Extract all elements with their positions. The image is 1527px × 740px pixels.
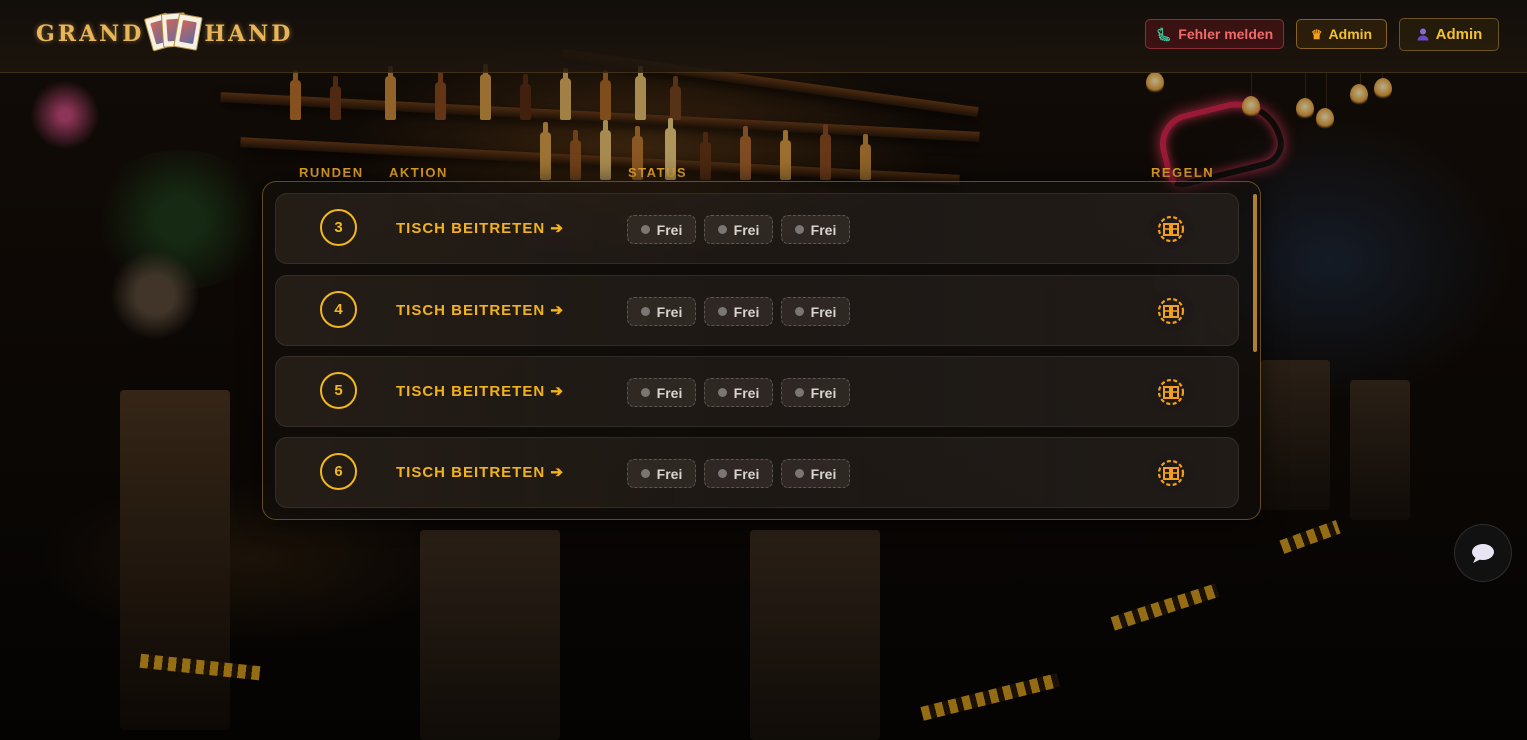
seat-status-1[interactable]: Frei bbox=[627, 215, 696, 244]
table-row: 5 TISCH BEITRETEN ➔ Frei Frei Frei bbox=[275, 356, 1239, 427]
rules-button[interactable] bbox=[1148, 372, 1194, 412]
seat-status-label: Frei bbox=[733, 303, 760, 320]
seat-status-label: Frei bbox=[656, 221, 683, 238]
join-table-button[interactable]: TISCH BEITRETEN ➔ bbox=[396, 219, 564, 237]
seat-status-label: Frei bbox=[810, 384, 837, 401]
rules-button[interactable] bbox=[1148, 453, 1194, 493]
seat-free-dot bbox=[640, 225, 650, 234]
seat-status-label: Frei bbox=[733, 384, 760, 401]
join-table-button[interactable]: TISCH BEITRETEN ➔ bbox=[396, 463, 564, 481]
table-row: 4 TISCH BEITRETEN ➔ Frei Frei Frei bbox=[275, 275, 1239, 346]
table-row: 3 TISCH BEITRETEN ➔ Frei Frei Frei bbox=[275, 193, 1239, 264]
seat-status-label: Frei bbox=[810, 303, 837, 320]
rounds-badge: 4 bbox=[320, 291, 357, 328]
report-bug-label: Fehler melden bbox=[1178, 26, 1274, 42]
rounds-badge: 5 bbox=[320, 372, 357, 409]
rounds-badge: 3 bbox=[320, 209, 357, 246]
seat-free-dot bbox=[640, 388, 650, 397]
seat-free-dot bbox=[794, 225, 804, 234]
seat-status-1[interactable]: Frei bbox=[627, 378, 696, 407]
seat-status-2[interactable]: Frei bbox=[704, 378, 773, 407]
seat-status-1[interactable]: Frei bbox=[627, 297, 696, 326]
seat-status-label: Frei bbox=[656, 465, 683, 482]
rounds-badge: 6 bbox=[320, 453, 357, 490]
chat-bubble-icon bbox=[1472, 544, 1494, 563]
seat-status-label: Frei bbox=[733, 221, 760, 238]
grand-hand-logo[interactable]: GRAND HAND bbox=[36, 12, 294, 55]
seat-status-label: Frei bbox=[733, 465, 760, 482]
column-header-status: STATUS bbox=[628, 165, 688, 180]
seat-status-3[interactable]: Frei bbox=[781, 215, 850, 244]
seat-free-dot bbox=[794, 307, 804, 316]
seat-status-label: Frei bbox=[656, 384, 683, 401]
column-header-rounds: RUNDEN bbox=[299, 165, 364, 180]
seat-free-dot bbox=[794, 388, 804, 397]
column-header-action: AKTION bbox=[389, 165, 448, 180]
seat-status-label: Frei bbox=[810, 465, 837, 482]
top-bar: GRAND HAND 🐛︎ Fehler melden ♛ Admin Admi… bbox=[0, 0, 1527, 73]
bug-icon: 🐛︎ bbox=[1155, 26, 1173, 42]
tables-list-scrollbar[interactable] bbox=[1253, 194, 1257, 352]
playing-cards-icon bbox=[140, 12, 208, 55]
seat-free-dot bbox=[717, 307, 727, 316]
seat-status-2[interactable]: Frei bbox=[704, 297, 773, 326]
seat-free-dot bbox=[717, 469, 727, 478]
seat-status-2[interactable]: Frei bbox=[704, 215, 773, 244]
rules-button[interactable] bbox=[1148, 209, 1194, 249]
seat-free-dot bbox=[717, 388, 727, 397]
user-menu-button[interactable]: Admin bbox=[1399, 18, 1499, 51]
seat-status-3[interactable]: Frei bbox=[781, 297, 850, 326]
seat-free-dot bbox=[794, 469, 804, 478]
crown-icon: ♛ bbox=[1310, 26, 1323, 42]
rules-button[interactable] bbox=[1148, 291, 1194, 331]
admin-panel-label: Admin bbox=[1328, 26, 1373, 42]
logo-text-left: GRAND bbox=[36, 21, 145, 47]
user-menu-label: Admin bbox=[1435, 26, 1483, 43]
rules-book-icon bbox=[1157, 297, 1185, 325]
seat-status-3[interactable]: Frei bbox=[781, 459, 850, 488]
seat-status-3[interactable]: Frei bbox=[781, 378, 850, 407]
seat-free-dot bbox=[640, 307, 650, 316]
join-table-button[interactable]: TISCH BEITRETEN ➔ bbox=[396, 301, 564, 319]
table-row: 6 TISCH BEITRETEN ➔ Frei Frei Frei bbox=[275, 437, 1239, 508]
rules-book-icon bbox=[1157, 378, 1185, 406]
seat-status-label: Frei bbox=[656, 303, 683, 320]
join-table-button[interactable]: TISCH BEITRETEN ➔ bbox=[396, 382, 564, 400]
seat-status-1[interactable]: Frei bbox=[627, 459, 696, 488]
rules-book-icon bbox=[1157, 459, 1185, 487]
chat-button[interactable] bbox=[1454, 524, 1512, 582]
user-icon bbox=[1416, 27, 1430, 43]
admin-panel-button[interactable]: ♛ Admin bbox=[1296, 19, 1387, 49]
seat-free-dot bbox=[717, 225, 727, 234]
seat-status-label: Frei bbox=[810, 221, 837, 238]
seat-free-dot bbox=[640, 469, 650, 478]
rules-book-icon bbox=[1157, 215, 1185, 243]
column-header-rules: REGELN bbox=[1151, 165, 1215, 180]
seat-status-2[interactable]: Frei bbox=[704, 459, 773, 488]
report-bug-button[interactable]: 🐛︎ Fehler melden bbox=[1145, 19, 1284, 49]
logo-text-right: HAND bbox=[204, 21, 294, 47]
